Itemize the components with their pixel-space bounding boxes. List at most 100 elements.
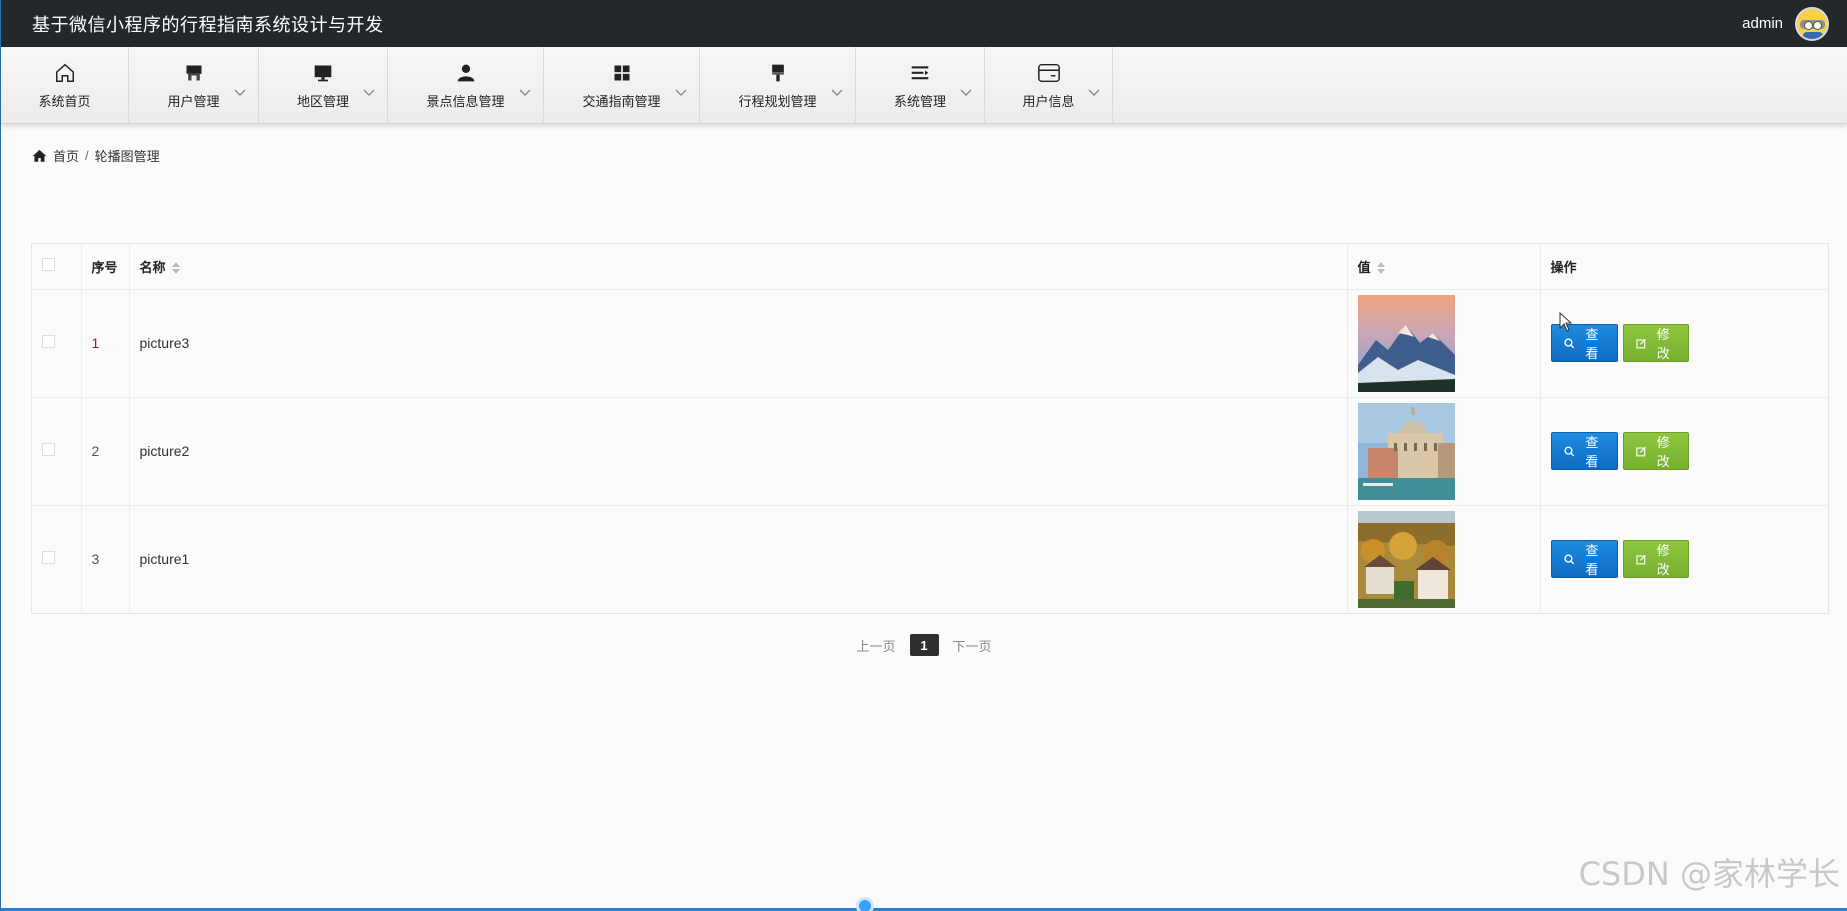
view-button-label: 查看 bbox=[1585, 435, 1599, 469]
select-all-checkbox[interactable] bbox=[42, 258, 55, 272]
sort-icon[interactable] bbox=[171, 262, 180, 275]
thumbnail-image[interactable] bbox=[1357, 402, 1455, 500]
row-checkbox[interactable] bbox=[42, 443, 55, 456]
chevron-down-icon bbox=[234, 89, 246, 96]
thumbnail-image[interactable] bbox=[1357, 510, 1455, 608]
app-title: 基于微信小程序的行程指南系统设计与开发 bbox=[32, 14, 384, 35]
row-name: picture3 bbox=[129, 289, 1348, 398]
edit-button[interactable]: 修改 bbox=[1622, 432, 1689, 470]
edit-icon bbox=[1635, 446, 1646, 456]
column-header-label: 值 bbox=[1357, 259, 1371, 275]
username[interactable]: admin bbox=[1742, 15, 1783, 32]
nav-item-label: 用户管理 bbox=[167, 93, 220, 109]
column-header-actions: 操作 bbox=[1540, 244, 1830, 290]
edit-button[interactable]: 修改 bbox=[1622, 540, 1689, 579]
edit-icon bbox=[1635, 554, 1646, 565]
user-icon bbox=[454, 61, 478, 85]
brush-icon bbox=[766, 61, 790, 85]
row-checkbox[interactable] bbox=[42, 335, 55, 348]
row-actions: 查看 修改 bbox=[1540, 397, 1830, 506]
row-index: 1 bbox=[81, 289, 130, 398]
table-row: 3 picture1 查看 修改 bbox=[32, 505, 1830, 613]
row-value bbox=[1347, 505, 1541, 613]
pagination: 上一页 1 下一页 bbox=[1, 634, 1847, 656]
chevron-down-icon bbox=[1088, 89, 1100, 96]
row-checkbox-cell bbox=[32, 505, 82, 613]
view-button-label: 查看 bbox=[1585, 327, 1599, 361]
breadcrumb-home[interactable]: 首页 bbox=[53, 146, 79, 165]
row-value bbox=[1347, 289, 1541, 398]
column-header-name[interactable]: 名称 bbox=[129, 244, 1348, 290]
nav-item-region-management[interactable]: 地区管理 bbox=[259, 47, 388, 123]
breadcrumb-current: 轮播图管理 bbox=[94, 149, 160, 164]
sort-icon[interactable] bbox=[1376, 262, 1385, 275]
nav-item-scenic-management[interactable]: 景点信息管理 bbox=[388, 47, 544, 123]
row-checkbox[interactable] bbox=[42, 551, 55, 565]
table-row: 2 picture2 查看 修改 bbox=[32, 397, 1830, 506]
row-checkbox-cell bbox=[32, 397, 82, 506]
monitor-icon bbox=[311, 61, 335, 85]
chevron-down-icon bbox=[675, 89, 687, 96]
view-button[interactable]: 查看 bbox=[1550, 432, 1618, 470]
nav-item-label: 系统首页 bbox=[38, 93, 91, 109]
avatar[interactable] bbox=[1795, 6, 1829, 41]
row-name: picture2 bbox=[129, 397, 1348, 506]
thumbnail-image[interactable] bbox=[1357, 294, 1455, 392]
nav-item-label: 行程规划管理 bbox=[738, 93, 817, 109]
chevron-down-icon bbox=[831, 89, 843, 96]
view-button-label: 查看 bbox=[1585, 543, 1599, 578]
nav-item-transport-management[interactable]: 交通指南管理 bbox=[544, 47, 700, 123]
nav-item-label: 交通指南管理 bbox=[582, 93, 661, 109]
user-menu[interactable]: admin bbox=[1742, 6, 1829, 41]
nav-item-itinerary-management[interactable]: 行程规划管理 bbox=[700, 47, 856, 123]
nav-item-user-info[interactable]: 用户信息 bbox=[985, 47, 1113, 123]
next-page-button[interactable]: 下一页 bbox=[953, 636, 992, 655]
row-index: 2 bbox=[81, 397, 130, 506]
table-row: 1 picture3 查看 修改 bbox=[32, 289, 1830, 398]
current-page[interactable]: 1 bbox=[909, 634, 939, 656]
nav-item-system-management[interactable]: 系统管理 bbox=[856, 47, 985, 123]
edit-button-label: 修改 bbox=[1656, 435, 1670, 469]
breadcrumb: 首页 / 轮播图管理 bbox=[32, 146, 160, 165]
scroll-handle[interactable] bbox=[856, 897, 874, 911]
row-actions: 查看 修改 bbox=[1540, 289, 1830, 398]
nav-item-home[interactable]: 系统首页 bbox=[1, 47, 129, 123]
column-header-index: 序号 bbox=[81, 244, 130, 290]
nav-item-label: 系统管理 bbox=[893, 93, 946, 109]
edit-button[interactable]: 修改 bbox=[1622, 324, 1689, 362]
row-name: picture1 bbox=[129, 505, 1348, 613]
edit-button-label: 修改 bbox=[1656, 327, 1670, 361]
edit-icon bbox=[1635, 338, 1646, 348]
nav-item-label: 地区管理 bbox=[296, 93, 349, 109]
row-value bbox=[1347, 397, 1541, 506]
mouse-cursor-icon bbox=[1559, 312, 1573, 332]
search-icon bbox=[1563, 554, 1574, 565]
view-button[interactable]: 查看 bbox=[1550, 540, 1618, 579]
search-icon bbox=[1563, 446, 1574, 456]
watermark: CSDN @家林学长 bbox=[1578, 855, 1840, 893]
column-header-value[interactable]: 值 bbox=[1347, 244, 1541, 290]
chevron-down-icon bbox=[363, 89, 375, 96]
list-indent-icon bbox=[908, 61, 932, 85]
nav-item-user-management[interactable]: 用户管理 bbox=[129, 47, 259, 123]
row-index: 3 bbox=[81, 505, 130, 613]
column-header-label: 名称 bbox=[139, 259, 166, 275]
chevron-down-icon bbox=[519, 89, 531, 96]
home-icon bbox=[32, 149, 47, 162]
grid-icon bbox=[610, 61, 634, 85]
store-icon bbox=[182, 61, 206, 85]
card-icon bbox=[1037, 61, 1061, 85]
home-icon bbox=[53, 61, 77, 85]
breadcrumb-separator: / bbox=[85, 148, 89, 163]
row-checkbox-cell bbox=[32, 289, 82, 398]
data-table: 序号 名称 值 操作 1 picture3 查看 修改 2 picture2 查… bbox=[31, 243, 1830, 614]
nav-item-label: 用户信息 bbox=[1022, 93, 1075, 109]
search-icon bbox=[1563, 338, 1574, 348]
table-header-row: 序号 名称 值 操作 bbox=[32, 244, 1830, 290]
edit-button-label: 修改 bbox=[1656, 543, 1670, 578]
chevron-down-icon bbox=[960, 89, 972, 96]
select-all-cell bbox=[32, 244, 82, 290]
main-nav: 系统首页 用户管理 地区管理 景点信息管理 交通指南管理 行程规划管理 系统管理… bbox=[1, 47, 1847, 124]
prev-page-button[interactable]: 上一页 bbox=[856, 636, 895, 655]
top-header: 基于微信小程序的行程指南系统设计与开发 admin bbox=[1, 0, 1847, 47]
